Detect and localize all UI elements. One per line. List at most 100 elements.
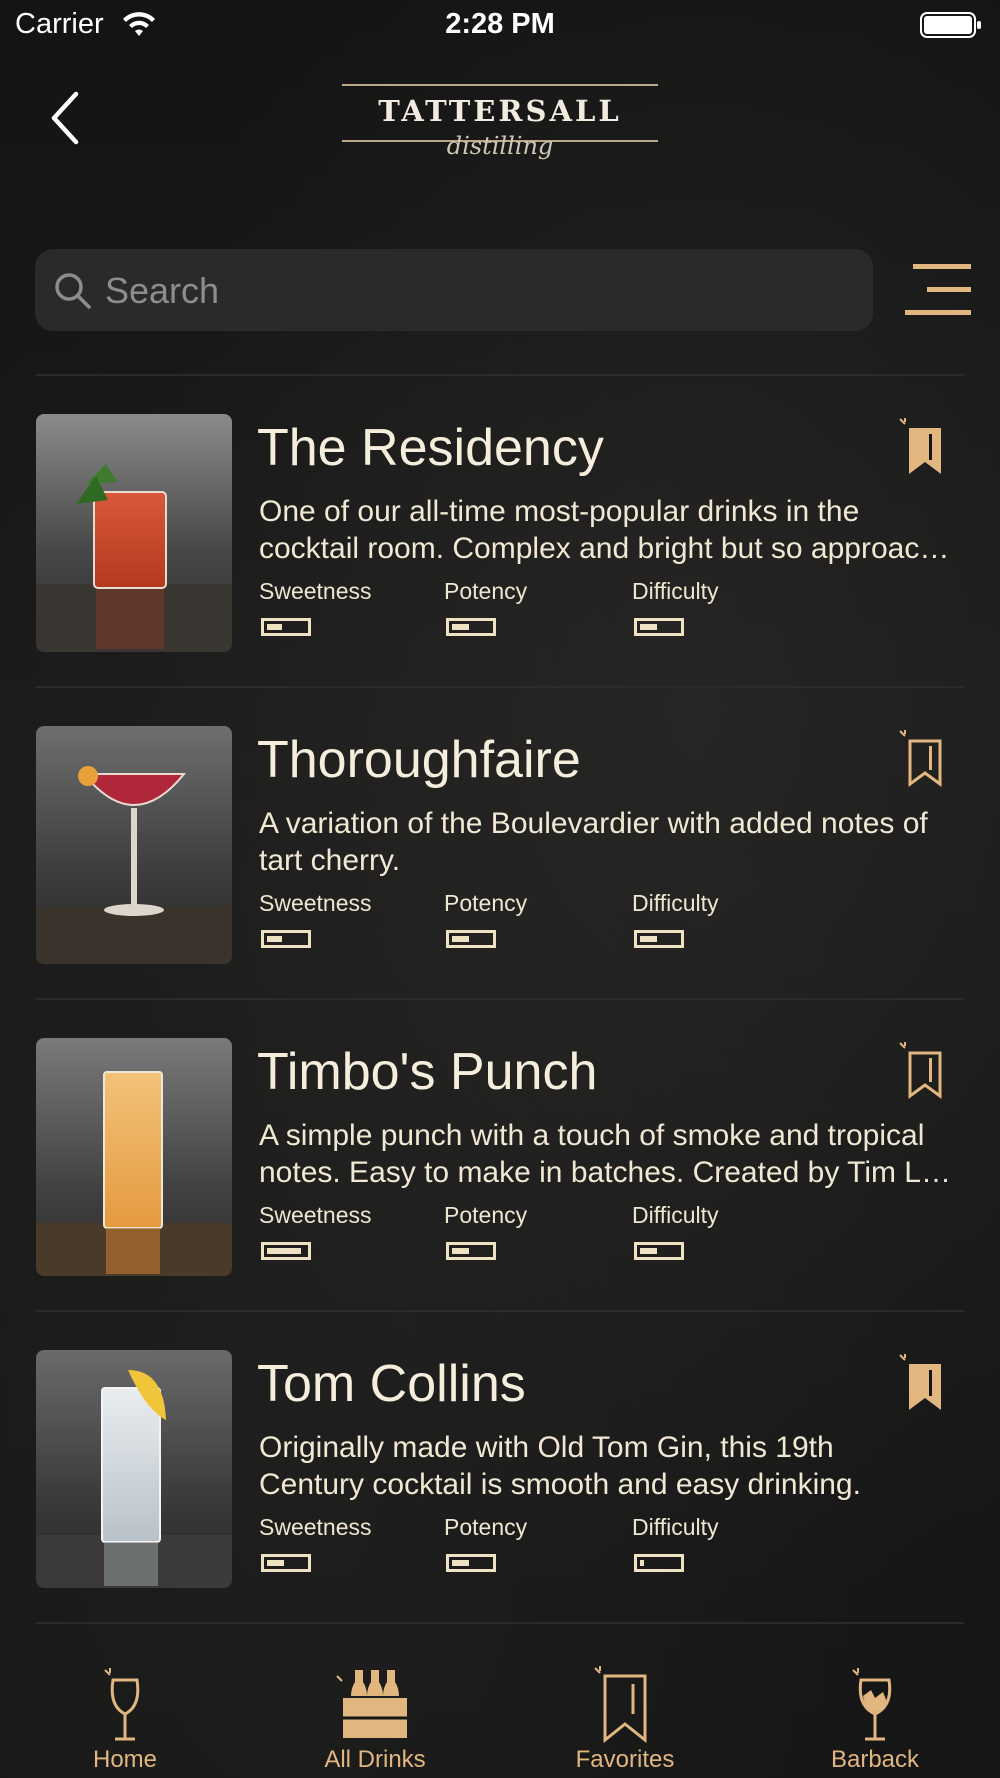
difficulty-metric: Difficulty	[632, 890, 719, 948]
list-divider	[36, 1310, 964, 1312]
bookmark-filled-icon[interactable]	[899, 418, 945, 476]
search-bar[interactable]	[35, 249, 873, 333]
sweetness-meter	[261, 1242, 311, 1260]
drink-photo	[36, 1350, 232, 1588]
difficulty-label: Difficulty	[632, 1514, 719, 1540]
tab-label: Favorites	[575, 1746, 675, 1773]
difficulty-label: Difficulty	[632, 1202, 719, 1228]
battery-icon	[920, 12, 981, 38]
drink-name: Timbo's Punch	[257, 1043, 598, 1101]
tab-label: Barback	[830, 1746, 920, 1773]
back-button[interactable]	[40, 88, 90, 148]
difficulty-meter	[634, 1242, 684, 1260]
search-input[interactable]	[103, 249, 847, 333]
drink-description: One of our all-time most-popular drinks …	[259, 493, 959, 567]
logo-rule-top	[342, 84, 658, 86]
drink-row-timbos-punch[interactable]: Timbo's Punch A simple punch with a touc…	[0, 1002, 1000, 1312]
meter-fill	[640, 936, 657, 942]
difficulty-label: Difficulty	[632, 890, 719, 916]
tab-label: All Drinks	[324, 1746, 426, 1773]
meter-fill	[640, 1560, 644, 1566]
logo-wordmark: TATTERSALL	[378, 94, 622, 128]
wine-glass-icon	[104, 1668, 140, 1741]
meter-fill	[452, 936, 469, 942]
description-line: A simple punch with a touch of smoke and…	[259, 1119, 925, 1152]
sweetness-meter	[261, 1554, 311, 1572]
list-divider	[36, 1622, 964, 1624]
list-divider	[36, 998, 964, 1000]
bookmark-filled-icon[interactable]	[899, 1354, 945, 1412]
drink-name: Thoroughfaire	[257, 731, 581, 789]
potency-metric: Potency	[444, 890, 528, 948]
drink-row-the-residency[interactable]: The Residency One of our all-time most-p…	[0, 378, 1000, 688]
drink-photo	[36, 726, 232, 964]
description-line: A variation of the Boulevardier with add…	[259, 807, 928, 840]
tab-label: Home	[92, 1746, 158, 1773]
drink-photo	[36, 1038, 232, 1276]
status-bar: Carrier 2:28 PM	[0, 0, 1000, 50]
meter-fill	[267, 624, 282, 630]
potency-meter	[446, 1554, 496, 1572]
tab-bar: Home All Drinks Favorites Barback	[0, 1648, 1000, 1778]
meter-fill	[640, 1248, 657, 1254]
sweetness-label: Sweetness	[259, 578, 372, 604]
description-line: Originally made with Old Tom Gin, this 1…	[259, 1431, 834, 1464]
potency-label: Potency	[444, 890, 528, 916]
difficulty-metric: Difficulty	[632, 1514, 719, 1572]
meter-fill	[267, 1248, 301, 1254]
tab-all-drinks[interactable]: All Drinks	[250, 1648, 500, 1778]
drink-name: Tom Collins	[257, 1355, 526, 1413]
bookmark-outline-icon[interactable]	[899, 1042, 945, 1100]
difficulty-metric: Difficulty	[632, 1202, 719, 1260]
bottle-crate-icon	[336, 1670, 407, 1738]
difficulty-meter	[634, 1554, 684, 1572]
drink-description: A simple punch with a touch of smoke and…	[259, 1117, 959, 1191]
potency-meter	[446, 1242, 496, 1260]
broken-glass-icon	[852, 1668, 892, 1741]
bookmark-icon	[594, 1666, 647, 1744]
meter-fill	[452, 1560, 469, 1566]
potency-metric: Potency	[444, 1202, 528, 1260]
potency-label: Potency	[444, 1202, 528, 1228]
search-icon	[55, 273, 91, 309]
clock: 2:28 PM	[445, 8, 555, 40]
sweetness-metric: Sweetness	[259, 578, 372, 636]
potency-meter	[446, 930, 496, 948]
drink-name: The Residency	[257, 419, 604, 477]
description-line: notes. Easy to make in batches. Created …	[259, 1156, 951, 1189]
meter-fill	[267, 1560, 284, 1566]
difficulty-meter	[634, 930, 684, 948]
bookmark-outline-icon[interactable]	[899, 730, 945, 788]
description-line: tart cherry.	[259, 844, 401, 877]
sweetness-metric: Sweetness	[259, 890, 372, 948]
potency-label: Potency	[444, 578, 528, 604]
potency-metric: Potency	[444, 578, 528, 636]
list-divider	[36, 686, 964, 688]
meter-fill	[640, 624, 657, 630]
difficulty-label: Difficulty	[632, 578, 719, 604]
description-line: cocktail room. Complex and bright but so…	[259, 532, 950, 565]
meter-fill	[267, 936, 282, 942]
drink-description: A variation of the Boulevardier with add…	[259, 805, 959, 879]
drink-description: Originally made with Old Tom Gin, this 1…	[259, 1429, 959, 1503]
tab-barback[interactable]: Barback	[750, 1648, 1000, 1778]
sweetness-meter	[261, 930, 311, 948]
list-divider	[36, 374, 964, 376]
description-line: One of our all-time most-popular drinks …	[259, 495, 860, 528]
brand-logo: TATTERSALL distilling	[342, 82, 658, 182]
drink-row-tom-collins[interactable]: Tom Collins Originally made with Old Tom…	[0, 1314, 1000, 1624]
filter-menu-icon[interactable]	[905, 262, 971, 318]
logo-tagline: distilling	[446, 132, 554, 160]
sweetness-label: Sweetness	[259, 1514, 372, 1540]
description-line: Century cocktail is smooth and easy drin…	[259, 1468, 861, 1501]
sweetness-label: Sweetness	[259, 1202, 372, 1228]
potency-meter	[446, 618, 496, 636]
meter-fill	[452, 1248, 469, 1254]
drink-row-thoroughfaire[interactable]: Thoroughfaire A variation of the Bouleva…	[0, 690, 1000, 1000]
sweetness-meter	[261, 618, 311, 636]
tab-home[interactable]: Home	[0, 1648, 250, 1778]
sweetness-label: Sweetness	[259, 890, 372, 916]
difficulty-metric: Difficulty	[632, 578, 719, 636]
meter-fill	[452, 624, 469, 630]
tab-favorites[interactable]: Favorites	[500, 1648, 750, 1778]
